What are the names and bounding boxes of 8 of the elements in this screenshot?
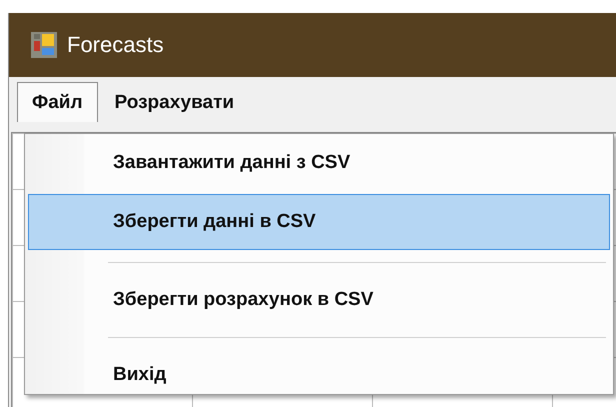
app-icon <box>31 32 57 58</box>
window-title: Forecasts <box>67 32 164 58</box>
menu-item[interactable]: Файл <box>17 82 98 122</box>
menu-item[interactable]: Розрахувати <box>100 82 250 122</box>
menu-option[interactable]: Зберегти данні в CSV <box>28 194 610 250</box>
menu-option[interactable]: Вихід <box>28 350 610 400</box>
menu-option[interactable]: Завантажити данні з CSV <box>28 138 610 188</box>
menu-option[interactable]: Зберегти розрахунок в CSV <box>28 275 610 325</box>
